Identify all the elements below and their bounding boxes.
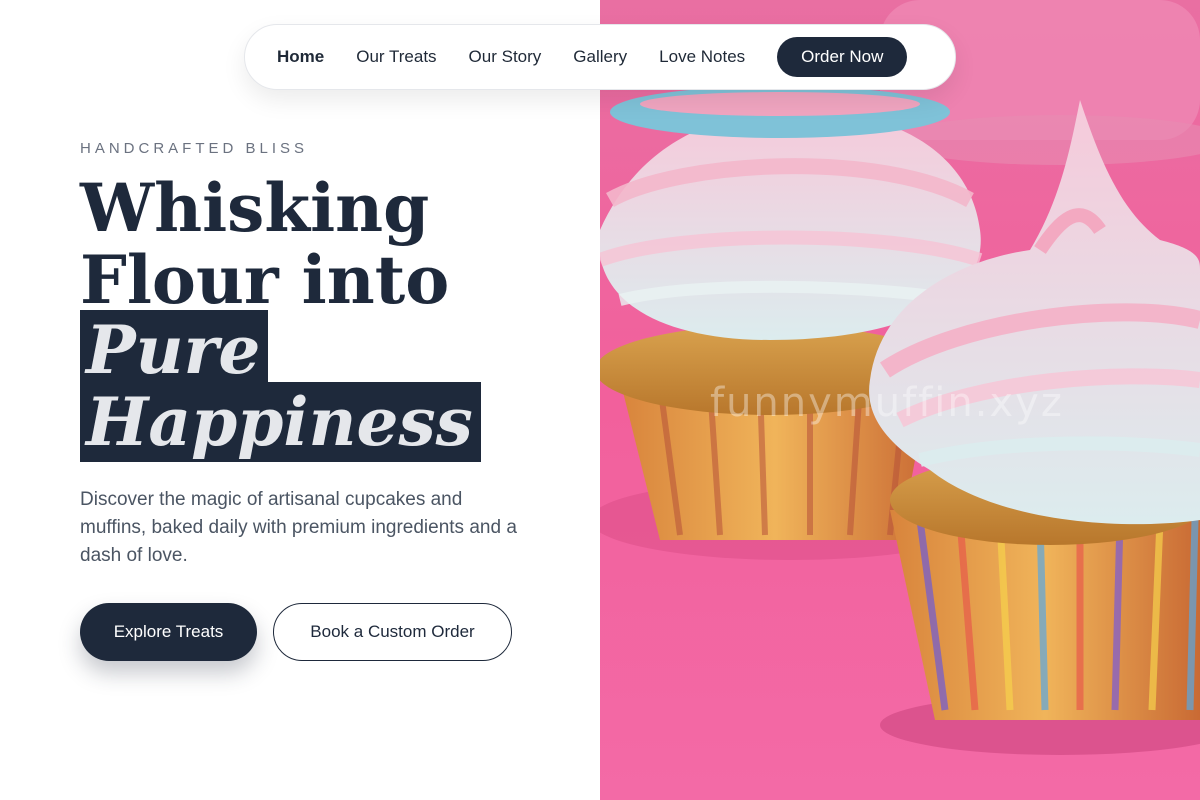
nav-item-home[interactable]: Home (277, 47, 324, 67)
nav-item-our-story[interactable]: Our Story (469, 47, 542, 67)
headline-highlight-2: Happiness (80, 382, 481, 462)
nav-item-our-treats[interactable]: Our Treats (356, 47, 436, 67)
hero-headline: Whisking Flour into Pure Happiness (80, 172, 481, 462)
hero-description: Discover the magic of artisanal cupcakes… (80, 489, 517, 566)
order-now-button[interactable]: Order Now (777, 37, 908, 77)
watermark-text: funnymuffin.xyz (710, 380, 1064, 426)
main-nav: Home Our Treats Our Story Gallery Love N… (244, 24, 956, 90)
headline-highlight-1: Pure (80, 310, 269, 390)
explore-treats-button[interactable]: Explore Treats (80, 603, 257, 661)
headline-line-2: Flour into (80, 241, 450, 319)
headline-line-1: Whisking (80, 169, 430, 247)
nav-item-love-notes[interactable]: Love Notes (659, 47, 745, 67)
hero-eyebrow: HANDCRAFTED BLISS (80, 140, 309, 157)
hero-image: funnymuffin.xyz (600, 0, 1200, 800)
nav-item-gallery[interactable]: Gallery (573, 47, 627, 67)
book-custom-order-button[interactable]: Book a Custom Order (273, 603, 512, 661)
